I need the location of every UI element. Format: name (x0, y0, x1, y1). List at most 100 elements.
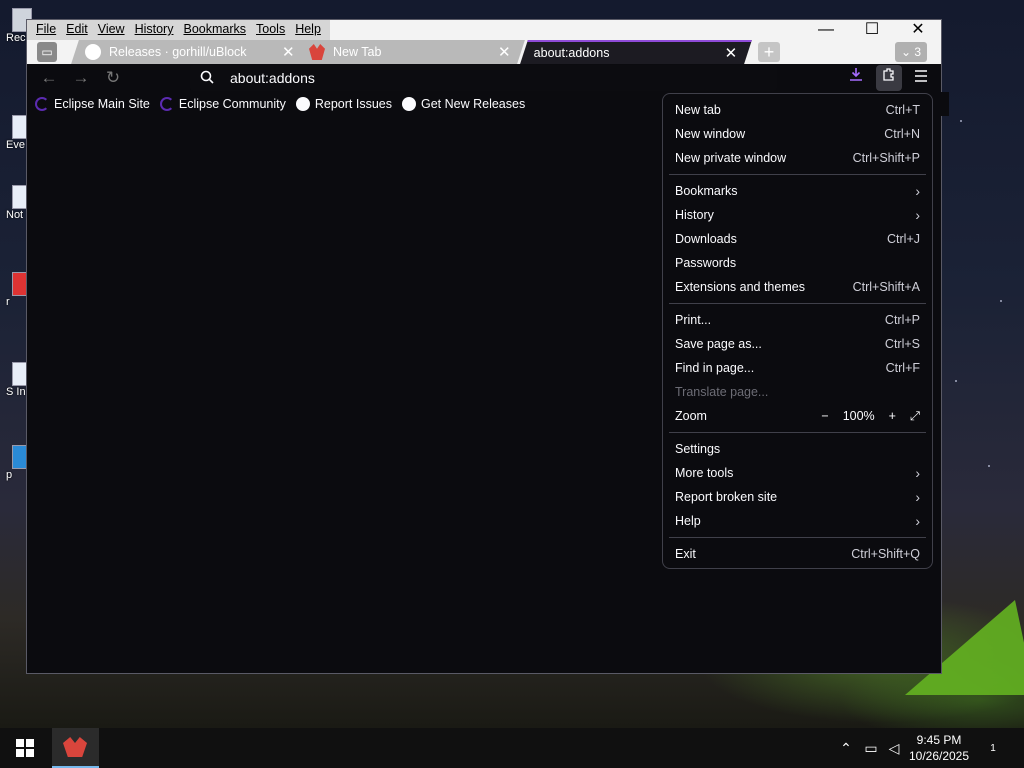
menu-item-settings[interactable]: Settings (663, 437, 932, 461)
menu-item-find-in-page[interactable]: Find in page... Ctrl+F (663, 356, 932, 380)
menu-item-label: New window (675, 127, 746, 141)
menu-item-more-tools[interactable]: More tools › (663, 461, 932, 485)
close-tab-icon[interactable]: ✕ (498, 43, 511, 61)
bookmark-label: Eclipse Main Site (54, 97, 150, 111)
tab-new-tab[interactable]: New Tab ✕ (295, 40, 525, 64)
menu-item-label: Extensions and themes (675, 280, 805, 294)
taskbar-browser-app[interactable] (52, 728, 99, 768)
zoom-controls: − 100% + ⤢ (807, 404, 920, 428)
navigation-toolbar: ← → ↻ (27, 64, 941, 92)
menu-item-help[interactable]: Help › (663, 509, 932, 533)
tab-count: 3 (914, 45, 922, 59)
menu-separator (669, 303, 926, 304)
menu-item-exit[interactable]: Exit Ctrl+Shift+Q (663, 542, 932, 566)
clock-date: 10/26/2025 (908, 749, 970, 763)
menu-item-shortcut: Ctrl+T (885, 103, 920, 117)
new-tab-button[interactable]: + (758, 42, 780, 62)
menu-help[interactable]: Help (290, 20, 326, 40)
menu-tools[interactable]: Tools (251, 20, 290, 40)
menu-item-label: Help (675, 514, 701, 528)
menu-item-bookmarks[interactable]: Bookmarks › (663, 179, 932, 203)
menu-item-new-window[interactable]: New window Ctrl+N (663, 122, 932, 146)
menu-item-shortcut: Ctrl+J (887, 232, 920, 246)
list-all-tabs-button[interactable]: ⌄ 3 (895, 42, 927, 62)
extensions-icon[interactable] (876, 65, 902, 91)
menu-item-downloads[interactable]: Downloads Ctrl+J (663, 227, 932, 251)
tab-title: about:addons (533, 46, 610, 60)
menu-item-label: Settings (675, 442, 721, 456)
menu-item-label: Find in page... (675, 361, 755, 375)
zoom-reset-button[interactable]: 100% (843, 404, 875, 428)
app-menu-panel: New tab Ctrl+T New window Ctrl+N New priva… (662, 93, 933, 569)
menu-bookmarks[interactable]: Bookmarks (178, 20, 251, 40)
close-tab-icon[interactable]: ✕ (725, 44, 738, 62)
bookmark-label: Eclipse Community (178, 97, 286, 111)
menu-view[interactable]: View (93, 20, 130, 40)
title-bar: File Edit View History Bookmarks Tools H… (27, 20, 941, 40)
menu-item-label: New private window (675, 151, 787, 165)
menu-item-shortcut: Ctrl+N (884, 127, 920, 141)
zoom-out-button[interactable]: − (821, 404, 828, 428)
menu-item-history[interactable]: History › (663, 203, 932, 227)
notification-icon[interactable]: 1 (983, 738, 1003, 758)
tab-title: Releases · gorhill/uBlock (109, 45, 247, 59)
menu-item-label: Passwords (675, 256, 737, 270)
menu-item-report-broken-site[interactable]: Report broken site › (663, 485, 932, 509)
close-tab-icon[interactable]: ✕ (282, 43, 295, 61)
reload-button[interactable]: ↻ (102, 68, 124, 88)
bookmark-label: Get New Releases (420, 97, 526, 111)
menu-item-extensions-and-themes[interactable]: Extensions and themes Ctrl+Shift+A (663, 275, 932, 299)
eclipse-icon (159, 97, 174, 111)
clock-time: 9:45 PM (916, 733, 962, 747)
menu-item-passwords[interactable]: Passwords (663, 251, 932, 275)
menu-item-label: History (675, 208, 714, 222)
tab-about-addons[interactable]: about:addons ✕ (520, 40, 752, 64)
menu-item-new-private-window[interactable]: New private window Ctrl+Shift+P (663, 146, 932, 170)
menu-item-shortcut: Ctrl+Shift+P (852, 151, 920, 165)
back-button[interactable]: ← (38, 68, 60, 88)
menu-item-label: Zoom (675, 409, 707, 423)
menu-item-new-tab[interactable]: New tab Ctrl+T (663, 98, 932, 122)
menu-item-label: Print... (675, 313, 712, 327)
forward-button[interactable]: → (70, 68, 92, 88)
firefox-view-icon[interactable]: ▭ (37, 42, 57, 62)
github-icon (85, 44, 101, 60)
menu-item-shortcut: Ctrl+P (884, 313, 920, 327)
bookmark-get-new-releases[interactable]: Get New Releases (401, 97, 526, 111)
zoom-in-button[interactable]: + (889, 404, 896, 428)
volume-muted-icon[interactable]: ◁ (884, 728, 904, 768)
chevron-right-icon: › (915, 465, 920, 481)
menu-edit[interactable]: Edit (61, 20, 93, 40)
taskbar: ⌃ ▭ ◁ 9:45 PM 10/26/2025 1 (0, 728, 1024, 768)
menu-item-shortcut: Ctrl+Shift+A (852, 280, 920, 294)
app-menu-button[interactable] (908, 65, 934, 91)
url-input[interactable] (228, 69, 732, 87)
menu-item-label: Downloads (675, 232, 737, 246)
menu-file[interactable]: File (31, 20, 61, 40)
menu-history[interactable]: History (130, 20, 179, 40)
tab-title: New Tab (333, 45, 382, 59)
network-icon[interactable]: ▭ (860, 728, 882, 768)
tab-releases[interactable]: Releases · gorhill/uBlock ✕ (71, 40, 309, 64)
menu-item-save-page-as[interactable]: Save page as... Ctrl+S (663, 332, 932, 356)
system-clock[interactable]: 9:45 PM 10/26/2025 (905, 732, 973, 764)
bookmark-eclipse-main-site[interactable]: Eclipse Main Site (35, 97, 150, 111)
bookmark-eclipse-community[interactable]: Eclipse Community (159, 97, 286, 111)
start-button[interactable] (16, 739, 34, 757)
menu-item-label: More tools (675, 466, 734, 480)
browser-logo-icon (63, 737, 87, 757)
menu-item-label: Report broken site (675, 490, 778, 504)
menu-separator (669, 537, 926, 538)
bookmark-report-issues[interactable]: Report Issues (295, 97, 392, 111)
chevron-up-icon[interactable]: ⌃ (836, 728, 856, 768)
downloads-icon[interactable] (843, 65, 869, 91)
windows-logo-icon (16, 739, 24, 747)
chevron-right-icon: › (915, 513, 920, 529)
url-bar[interactable] (190, 65, 777, 91)
search-icon (200, 70, 216, 87)
eclipse-icon (35, 97, 49, 111)
menu-item-print[interactable]: Print... Ctrl+P (663, 308, 932, 332)
menu-separator (669, 432, 926, 433)
menu-item-label: New tab (675, 103, 721, 117)
fullscreen-icon[interactable]: ⤢ (910, 404, 920, 428)
